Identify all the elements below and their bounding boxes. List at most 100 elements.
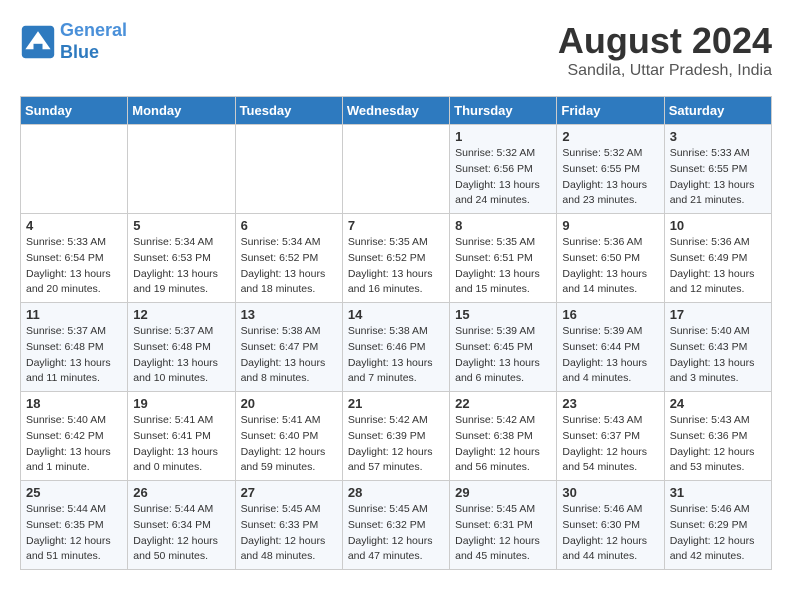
- calendar-table: SundayMondayTuesdayWednesdayThursdayFrid…: [20, 96, 772, 570]
- header-cell-friday: Friday: [557, 97, 664, 125]
- day-number: 24: [670, 396, 766, 411]
- day-info: Sunrise: 5:38 AM Sunset: 6:46 PM Dayligh…: [348, 324, 444, 387]
- calendar-cell: 12 Sunrise: 5:37 AM Sunset: 6:48 PM Dayli…: [128, 303, 235, 392]
- calendar-cell: 8 Sunrise: 5:35 AM Sunset: 6:51 PM Daylig…: [450, 214, 557, 303]
- day-number: 31: [670, 485, 766, 500]
- page-header: General Blue August 2024 Sandila, Uttar …: [20, 20, 772, 80]
- calendar-week-row: 4 Sunrise: 5:33 AM Sunset: 6:54 PM Daylig…: [21, 214, 772, 303]
- calendar-cell: 24 Sunrise: 5:43 AM Sunset: 6:36 PM Dayli…: [664, 392, 771, 481]
- calendar-cell: 15Sunrise: 5:39 AM Sunset: 6:45 PM Dayli…: [450, 303, 557, 392]
- day-number: 29: [455, 485, 551, 500]
- calendar-cell: 26 Sunrise: 5:44 AM Sunset: 6:34 PM Dayli…: [128, 481, 235, 570]
- logo-line1: General: [60, 20, 127, 40]
- calendar-cell: 23 Sunrise: 5:43 AM Sunset: 6:37 PM Dayli…: [557, 392, 664, 481]
- calendar-cell: 22Sunrise: 5:42 AM Sunset: 6:38 PM Dayli…: [450, 392, 557, 481]
- calendar-week-row: 18 Sunrise: 5:40 AM Sunset: 6:42 PM Dayli…: [21, 392, 772, 481]
- day-number: 10: [670, 218, 766, 233]
- calendar-cell: 7 Sunrise: 5:35 AM Sunset: 6:52 PM Daylig…: [342, 214, 449, 303]
- calendar-cell: [235, 125, 342, 214]
- calendar-week-row: 25Sunrise: 5:44 AM Sunset: 6:35 PM Dayli…: [21, 481, 772, 570]
- day-number: 9: [562, 218, 658, 233]
- day-info: Sunrise: 5:40 AM Sunset: 6:42 PM Dayligh…: [26, 413, 122, 476]
- day-number: 23: [562, 396, 658, 411]
- header-cell-monday: Monday: [128, 97, 235, 125]
- calendar-cell: 1 Sunrise: 5:32 AM Sunset: 6:56 PM Daylig…: [450, 125, 557, 214]
- day-info: Sunrise: 5:43 AM Sunset: 6:36 PM Dayligh…: [670, 413, 766, 476]
- day-info: Sunrise: 5:32 AM Sunset: 6:56 PM Dayligh…: [455, 146, 551, 209]
- day-number: 4: [26, 218, 122, 233]
- calendar-cell: 3 Sunrise: 5:33 AM Sunset: 6:55 PM Daylig…: [664, 125, 771, 214]
- day-info: Sunrise: 5:33 AM Sunset: 6:54 PM Dayligh…: [26, 235, 122, 298]
- calendar-cell: 2 Sunrise: 5:32 AM Sunset: 6:55 PM Daylig…: [557, 125, 664, 214]
- day-number: 28: [348, 485, 444, 500]
- day-info: Sunrise: 5:37 AM Sunset: 6:48 PM Dayligh…: [133, 324, 229, 387]
- day-info: Sunrise: 5:33 AM Sunset: 6:55 PM Dayligh…: [670, 146, 766, 209]
- calendar-body: 1 Sunrise: 5:32 AM Sunset: 6:56 PM Daylig…: [21, 125, 772, 570]
- day-info: Sunrise: 5:36 AM Sunset: 6:49 PM Dayligh…: [670, 235, 766, 298]
- calendar-header-row: SundayMondayTuesdayWednesdayThursdayFrid…: [21, 97, 772, 125]
- header-cell-sunday: Sunday: [21, 97, 128, 125]
- calendar-cell: 13Sunrise: 5:38 AM Sunset: 6:47 PM Dayli…: [235, 303, 342, 392]
- logo: General Blue: [20, 20, 127, 63]
- calendar-cell: 21 Sunrise: 5:42 AM Sunset: 6:39 PM Dayli…: [342, 392, 449, 481]
- day-number: 7: [348, 218, 444, 233]
- calendar-cell: 11Sunrise: 5:37 AM Sunset: 6:48 PM Dayli…: [21, 303, 128, 392]
- calendar-cell: 6 Sunrise: 5:34 AM Sunset: 6:52 PM Daylig…: [235, 214, 342, 303]
- calendar-cell: 27Sunrise: 5:45 AM Sunset: 6:33 PM Dayli…: [235, 481, 342, 570]
- header-cell-thursday: Thursday: [450, 97, 557, 125]
- day-number: 17: [670, 307, 766, 322]
- day-number: 2: [562, 129, 658, 144]
- day-info: Sunrise: 5:45 AM Sunset: 6:32 PM Dayligh…: [348, 502, 444, 565]
- day-number: 18: [26, 396, 122, 411]
- day-number: 16: [562, 307, 658, 322]
- day-number: 21: [348, 396, 444, 411]
- day-info: Sunrise: 5:46 AM Sunset: 6:30 PM Dayligh…: [562, 502, 658, 565]
- calendar-cell: 28 Sunrise: 5:45 AM Sunset: 6:32 PM Dayli…: [342, 481, 449, 570]
- day-number: 1: [455, 129, 551, 144]
- day-info: Sunrise: 5:37 AM Sunset: 6:48 PM Dayligh…: [26, 324, 122, 387]
- day-info: Sunrise: 5:41 AM Sunset: 6:40 PM Dayligh…: [241, 413, 337, 476]
- day-info: Sunrise: 5:43 AM Sunset: 6:37 PM Dayligh…: [562, 413, 658, 476]
- header-cell-tuesday: Tuesday: [235, 97, 342, 125]
- calendar-cell: 14 Sunrise: 5:38 AM Sunset: 6:46 PM Dayli…: [342, 303, 449, 392]
- day-number: 25: [26, 485, 122, 500]
- calendar-cell: 17 Sunrise: 5:40 AM Sunset: 6:43 PM Dayli…: [664, 303, 771, 392]
- day-info: Sunrise: 5:35 AM Sunset: 6:52 PM Dayligh…: [348, 235, 444, 298]
- day-number: 30: [562, 485, 658, 500]
- day-info: Sunrise: 5:45 AM Sunset: 6:31 PM Dayligh…: [455, 502, 551, 565]
- day-info: Sunrise: 5:39 AM Sunset: 6:45 PM Dayligh…: [455, 324, 551, 387]
- header-cell-wednesday: Wednesday: [342, 97, 449, 125]
- day-number: 6: [241, 218, 337, 233]
- day-number: 26: [133, 485, 229, 500]
- day-number: 14: [348, 307, 444, 322]
- day-info: Sunrise: 5:41 AM Sunset: 6:41 PM Dayligh…: [133, 413, 229, 476]
- calendar-cell: [21, 125, 128, 214]
- calendar-cell: 4 Sunrise: 5:33 AM Sunset: 6:54 PM Daylig…: [21, 214, 128, 303]
- day-info: Sunrise: 5:34 AM Sunset: 6:53 PM Dayligh…: [133, 235, 229, 298]
- day-info: Sunrise: 5:44 AM Sunset: 6:34 PM Dayligh…: [133, 502, 229, 565]
- day-number: 27: [241, 485, 337, 500]
- day-info: Sunrise: 5:38 AM Sunset: 6:47 PM Dayligh…: [241, 324, 337, 387]
- calendar-cell: 31Sunrise: 5:46 AM Sunset: 6:29 PM Dayli…: [664, 481, 771, 570]
- logo-icon: [20, 24, 56, 60]
- calendar-cell: 29 Sunrise: 5:45 AM Sunset: 6:31 PM Dayli…: [450, 481, 557, 570]
- calendar-cell: 18 Sunrise: 5:40 AM Sunset: 6:42 PM Dayli…: [21, 392, 128, 481]
- day-info: Sunrise: 5:35 AM Sunset: 6:51 PM Dayligh…: [455, 235, 551, 298]
- calendar-cell: 30 Sunrise: 5:46 AM Sunset: 6:30 PM Dayli…: [557, 481, 664, 570]
- day-number: 19: [133, 396, 229, 411]
- day-number: 3: [670, 129, 766, 144]
- calendar-cell: 9Sunrise: 5:36 AM Sunset: 6:50 PM Daylig…: [557, 214, 664, 303]
- day-info: Sunrise: 5:39 AM Sunset: 6:44 PM Dayligh…: [562, 324, 658, 387]
- logo-line2: Blue: [60, 42, 99, 62]
- calendar-week-row: 1 Sunrise: 5:32 AM Sunset: 6:56 PM Daylig…: [21, 125, 772, 214]
- calendar-week-row: 11Sunrise: 5:37 AM Sunset: 6:48 PM Dayli…: [21, 303, 772, 392]
- day-info: Sunrise: 5:34 AM Sunset: 6:52 PM Dayligh…: [241, 235, 337, 298]
- day-info: Sunrise: 5:40 AM Sunset: 6:43 PM Dayligh…: [670, 324, 766, 387]
- calendar-cell: 5Sunrise: 5:34 AM Sunset: 6:53 PM Daylig…: [128, 214, 235, 303]
- day-number: 22: [455, 396, 551, 411]
- calendar-cell: 10 Sunrise: 5:36 AM Sunset: 6:49 PM Dayli…: [664, 214, 771, 303]
- day-info: Sunrise: 5:32 AM Sunset: 6:55 PM Dayligh…: [562, 146, 658, 209]
- day-info: Sunrise: 5:42 AM Sunset: 6:39 PM Dayligh…: [348, 413, 444, 476]
- day-number: 12: [133, 307, 229, 322]
- day-number: 8: [455, 218, 551, 233]
